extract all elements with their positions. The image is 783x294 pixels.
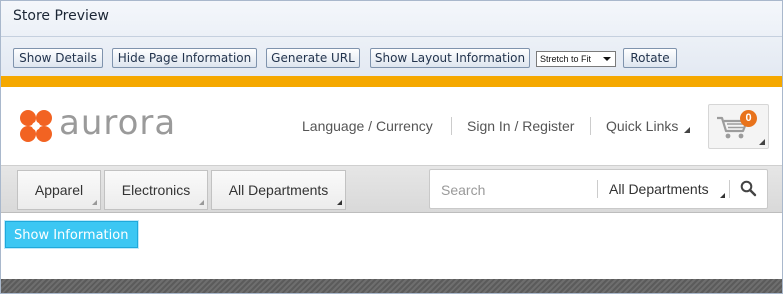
- search-category-dropdown[interactable]: All Departments: [609, 181, 709, 197]
- link-separator: [451, 117, 452, 135]
- search-input[interactable]: Search: [441, 182, 485, 198]
- search-divider: [597, 180, 598, 198]
- show-information-button[interactable]: Show Information: [5, 221, 138, 248]
- hide-page-information-button[interactable]: Hide Page Information: [112, 48, 257, 68]
- store-preview-window: Store Preview Show Details Hide Page Inf…: [0, 0, 783, 294]
- store-page: aurora Language / Currency Sign In / Reg…: [1, 87, 782, 293]
- show-details-button[interactable]: Show Details: [13, 48, 103, 68]
- cart-count-badge: 0: [740, 110, 757, 127]
- accent-bar: [1, 76, 782, 87]
- aurora-logo-mark-icon: [20, 110, 52, 142]
- corner-dropdown-icon: [199, 200, 204, 205]
- sign-in-register-link[interactable]: Sign In / Register: [467, 118, 574, 134]
- corner-dropdown-icon: [92, 200, 97, 205]
- nav-electronics[interactable]: Electronics: [104, 170, 208, 210]
- cart-dropdown-icon: [759, 139, 765, 145]
- nav-all-departments[interactable]: All Departments: [211, 170, 346, 210]
- show-layout-information-button[interactable]: Show Layout Information: [370, 48, 530, 68]
- fit-mode-select[interactable]: Stretch to Fit: [536, 51, 616, 67]
- quick-links-menu[interactable]: Quick Links: [606, 118, 678, 134]
- search-category-dropdown-icon: [720, 193, 725, 198]
- search-divider: [729, 180, 730, 198]
- department-nav-bar: Apparel Electronics All Departments Sear…: [1, 165, 782, 213]
- aurora-logo[interactable]: aurora: [19, 103, 199, 143]
- generate-url-button[interactable]: Generate URL: [266, 48, 360, 68]
- nav-electronics-label: Electronics: [121, 182, 191, 198]
- shopping-cart-button[interactable]: 0: [708, 104, 769, 149]
- rotate-button[interactable]: Rotate: [623, 48, 677, 68]
- store-preview-header: Store Preview Show Details Hide Page Inf…: [1, 1, 782, 76]
- link-separator: [590, 117, 591, 135]
- nav-apparel[interactable]: Apparel: [17, 170, 101, 210]
- search-bar: Search All Departments: [429, 169, 768, 209]
- footer-strip: [1, 279, 782, 293]
- search-icon[interactable]: [740, 180, 757, 197]
- language-currency-link[interactable]: Language / Currency: [302, 118, 433, 134]
- store-preview-title: Store Preview: [13, 8, 109, 24]
- fit-mode-value: Stretch to Fit: [540, 54, 592, 64]
- nav-all-departments-label: All Departments: [228, 182, 329, 198]
- logo-wordmark: aurora: [59, 103, 177, 143]
- select-arrow-icon: [603, 57, 611, 61]
- header-divider: [1, 36, 782, 37]
- nav-apparel-label: Apparel: [34, 182, 84, 198]
- quick-links-dropdown-icon: [684, 127, 690, 133]
- corner-dropdown-icon: [337, 200, 342, 205]
